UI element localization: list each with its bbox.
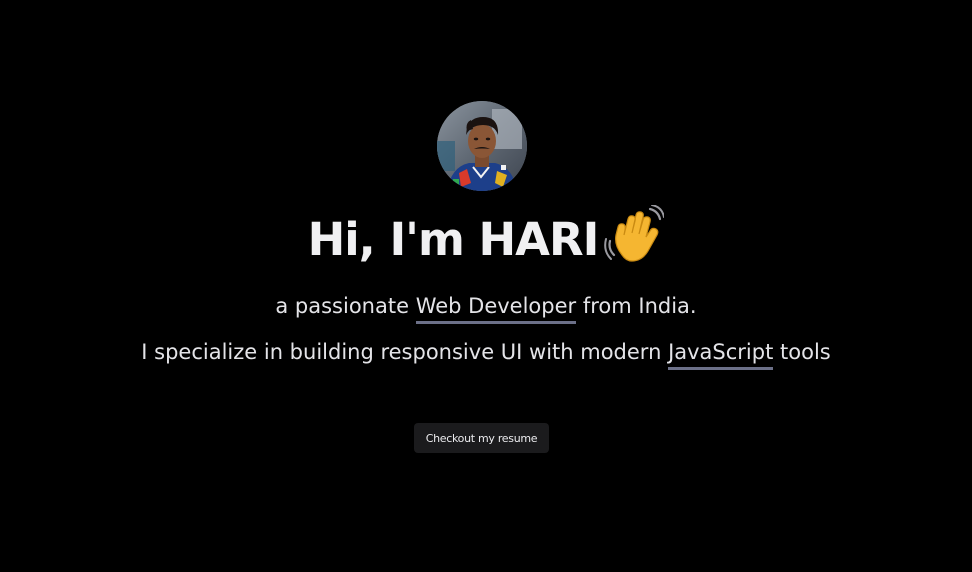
role-highlight: Web Developer xyxy=(415,294,577,324)
greeting-text: Hi, I'm HARI xyxy=(307,213,600,266)
intro-line-2-end: tools xyxy=(773,340,831,364)
hero-section: Hi, I'm HARI a passionate Web Developer … xyxy=(0,0,972,572)
tech-highlight: JavaScript xyxy=(668,340,774,370)
avatar-photo xyxy=(437,101,527,191)
resume-button[interactable]: Checkout my resume xyxy=(414,423,549,453)
intro-line-1: a passionate Web Developer from India. xyxy=(0,291,972,324)
intro-line-2: I specialize in building responsive UI w… xyxy=(0,337,972,370)
avatar xyxy=(437,101,527,191)
intro-line-2-start: I specialize in building responsive UI w… xyxy=(141,340,669,364)
intro-line-1-start: a passionate xyxy=(275,294,416,318)
page-title: Hi, I'm HARI xyxy=(0,204,972,281)
waving-hand-icon xyxy=(604,204,666,281)
intro-line-1-end: from India. xyxy=(576,294,697,318)
